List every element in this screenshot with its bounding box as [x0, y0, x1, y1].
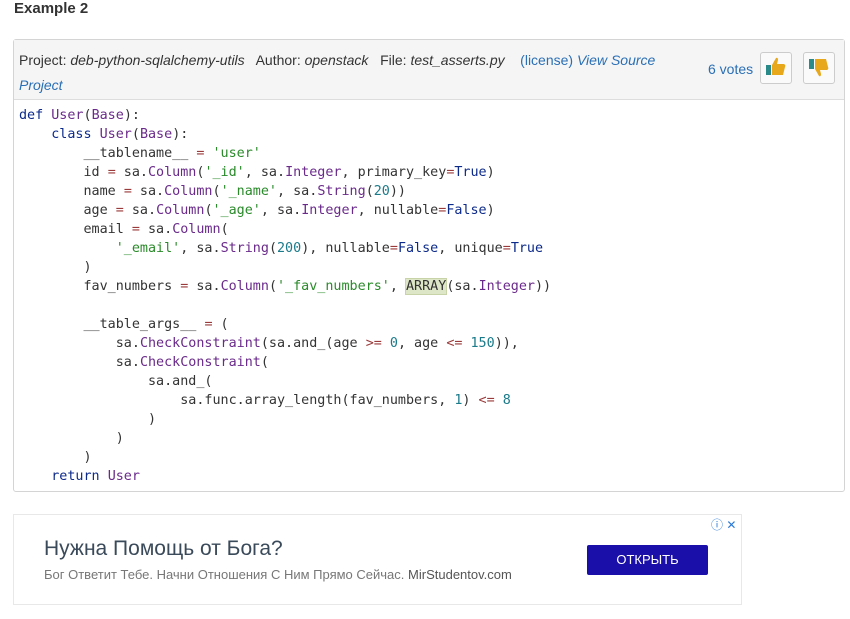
code-example-card: Project: deb-python-sqlalchemy-utils Aut… — [13, 39, 845, 492]
thumbs-up-icon — [766, 57, 786, 75]
downvote-button[interactable] — [803, 52, 835, 84]
code-line: sa.func.array_length(fav_numbers, 1) <= … — [19, 393, 511, 408]
close-icon[interactable]: ✕ — [726, 518, 736, 532]
code-line: class User(Base): — [51, 127, 189, 142]
file-label: File: — [380, 52, 407, 68]
code-line: sa.CheckConstraint( — [19, 355, 269, 370]
ad-open-button[interactable]: ОТКРЫТЬ — [587, 545, 708, 575]
file-name: test_asserts.py — [410, 52, 505, 68]
code-line: def User(Base): — [19, 108, 140, 123]
thumbs-down-icon — [809, 59, 829, 77]
votes-count: 6 votes — [708, 61, 754, 77]
project-name: deb-python-sqlalchemy-utils — [70, 52, 245, 68]
ad-title[interactable]: Нужна Помощь от Бога? — [44, 537, 283, 561]
code-line: sa.and_( — [19, 374, 213, 389]
code-line: __table_args__ = ( — [19, 317, 229, 332]
code-line: ) — [19, 260, 92, 275]
code-line: age = sa.Column('_age', sa.Integer, null… — [19, 203, 495, 218]
meta-line: Project: deb-python-sqlalchemy-utils Aut… — [19, 48, 679, 98]
ad-domain[interactable]: MirStudentov.com — [408, 567, 512, 582]
code-line: ) — [19, 431, 124, 446]
code-line: email = sa.Column( — [19, 222, 229, 237]
code-line: ) — [19, 412, 157, 427]
project-label: Project: — [19, 52, 67, 68]
author-name: openstack — [304, 52, 369, 68]
code-line: sa.CheckConstraint(sa.and_(age >= 0, age… — [19, 336, 519, 351]
code-line: fav_numbers = sa.Column('_fav_numbers', … — [19, 278, 552, 295]
code-line: ) — [19, 450, 92, 465]
author-label: Author: — [255, 52, 301, 68]
code-line: '_email', sa.String(200), nullable=False… — [115, 241, 544, 256]
meta-bar: Project: deb-python-sqlalchemy-utils Aut… — [14, 40, 844, 100]
advertisement[interactable]: ⓘ ✕ Нужна Помощь от Бога? Бог Ответит Те… — [13, 514, 742, 605]
upvote-button[interactable] — [760, 52, 792, 84]
code-line: __tablename__ = 'user' — [19, 146, 261, 161]
license-link[interactable]: (license) — [520, 52, 573, 68]
ad-choices[interactable]: ⓘ ✕ — [711, 516, 736, 533]
ad-subtitle: Бог Ответит Тебе. Начни Отношения С Ним … — [44, 567, 512, 582]
code-line: name = sa.Column('_name', sa.String(20)) — [19, 184, 406, 199]
code-line: id = sa.Column('_id', sa.Integer, primar… — [19, 165, 495, 180]
example-title: Example 2 — [14, 0, 89, 17]
info-icon[interactable]: ⓘ — [711, 518, 723, 532]
ad-subtitle-text: Бог Ответит Тебе. Начни Отношения С Ним … — [44, 567, 405, 582]
code-line: return User — [51, 469, 140, 484]
code-block: def User(Base): class User(Base): __tabl… — [19, 106, 551, 486]
